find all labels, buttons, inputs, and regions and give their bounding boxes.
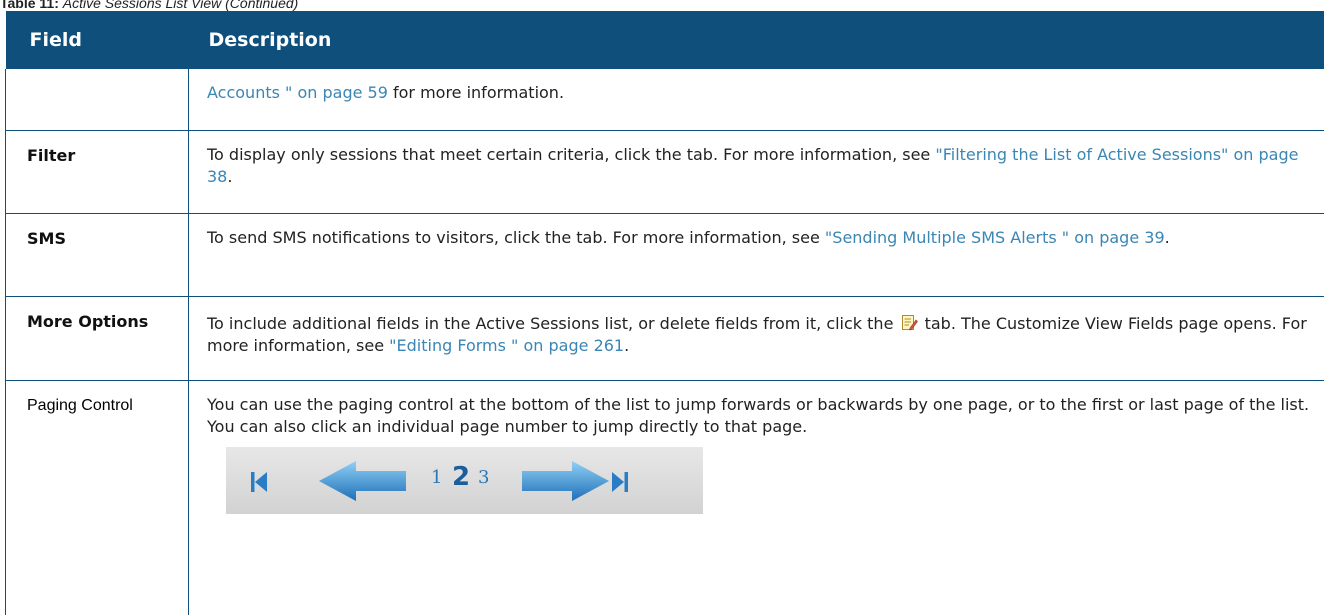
table-row: Accounts " on page 59 for more informati… — [6, 69, 1324, 130]
table-caption-text: Active Sessions List View (Continued) — [63, 0, 299, 11]
row-description: You can use the paging control at the bo… — [189, 380, 1324, 615]
header-field: Field — [6, 11, 189, 69]
table-row: Paging Control You can use the paging co… — [6, 380, 1324, 615]
row-field-filter: Filter — [6, 130, 189, 213]
description-text: You can use the paging control at the bo… — [207, 394, 1317, 438]
row-description: Accounts " on page 59 for more informati… — [189, 69, 1324, 130]
active-sessions-table: Field Description Accounts " on page 59 … — [5, 11, 1324, 615]
first-page-icon[interactable] — [250, 471, 268, 499]
sending-sms-alerts-link[interactable]: "Sending Multiple SMS Alerts " on page 3… — [825, 228, 1165, 247]
table-header-row: Field Description — [6, 11, 1324, 69]
paging-control: 1 2 3 — [226, 447, 703, 514]
row-field — [6, 69, 189, 130]
accounts-link[interactable]: Accounts " on page 59 — [207, 83, 388, 102]
table-row: SMS To send SMS notifications to visitor… — [6, 213, 1324, 296]
row-field-sms: SMS — [6, 213, 189, 296]
page-number-3[interactable]: 3 — [478, 466, 489, 490]
description-text: . — [1165, 228, 1170, 247]
description-text: for more information. — [388, 83, 564, 102]
row-field-more-options: More Options — [6, 296, 189, 380]
last-page-icon[interactable] — [611, 471, 629, 499]
row-description: To include additional fields in the Acti… — [189, 296, 1324, 380]
description-text: . — [624, 336, 629, 355]
page-number-2-current[interactable]: 2 — [452, 462, 470, 492]
next-page-icon[interactable] — [520, 460, 610, 508]
previous-page-icon[interactable] — [318, 460, 408, 508]
row-field-paging-control: Paging Control — [6, 380, 189, 615]
row-description: To send SMS notifications to visitors, c… — [189, 213, 1324, 296]
edit-form-icon — [901, 314, 918, 331]
table-caption-label: Table 11: — [0, 0, 59, 11]
description-text: To display only sessions that meet certa… — [207, 145, 935, 164]
table-row: Filter To display only sessions that mee… — [6, 130, 1324, 213]
page-number-1[interactable]: 1 — [431, 466, 442, 490]
header-description: Description — [189, 11, 1324, 69]
table-caption: Table 11: Active Sessions List View (Con… — [0, 0, 298, 11]
description-text: . — [227, 167, 232, 186]
row-description: To display only sessions that meet certa… — [189, 130, 1324, 213]
description-text: To send SMS notifications to visitors, c… — [207, 228, 825, 247]
editing-forms-link[interactable]: "Editing Forms " on page 261 — [389, 336, 624, 355]
description-text: To include additional fields in the Acti… — [207, 314, 893, 333]
table-row: More Options To include additional field… — [6, 296, 1324, 380]
